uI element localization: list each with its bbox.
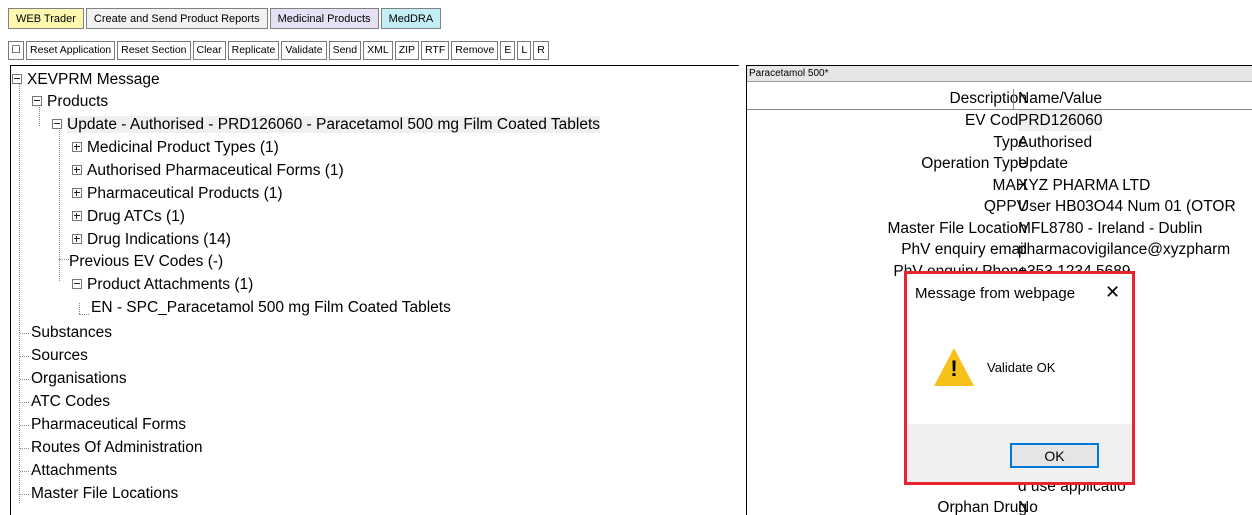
- tree-node-organisations[interactable]: Organisations: [31, 368, 127, 390]
- details-row: Orphan Drug No: [747, 497, 1252, 515]
- details-row: Master File Location MFL8780 - Ireland - …: [747, 218, 1252, 239]
- tree-node-label: Drug Indications (14): [87, 231, 231, 248]
- tree-node-child[interactable]: Pharmaceutical Products (1): [72, 183, 283, 205]
- details-header-row: Description Name/Value: [747, 88, 1252, 110]
- remove-button[interactable]: Remove: [451, 41, 499, 60]
- row-value: XYZ PHARMA LTD: [1018, 176, 1151, 194]
- tree-node-label: Medicinal Product Types (1): [87, 139, 279, 156]
- tree-node-label: Previous EV Codes (-): [69, 253, 224, 270]
- details-row: EV Code PRD126060: [747, 110, 1252, 131]
- tree-node-label: Authorised Pharmaceutical Forms (1): [87, 162, 344, 179]
- tree-node-routes-of-administration[interactable]: Routes Of Administration: [31, 437, 202, 459]
- tree-node-label: Drug ATCs (1): [87, 208, 185, 225]
- tree-node-atc-codes[interactable]: ATC Codes: [31, 391, 110, 413]
- r-button[interactable]: R: [533, 41, 549, 60]
- tree-node-child[interactable]: Drug ATCs (1): [72, 206, 185, 228]
- dialog-message: Validate OK: [987, 360, 1056, 375]
- select-checkbox[interactable]: ☐: [8, 41, 24, 60]
- tree-node-label: Substances: [31, 324, 112, 341]
- row-description: Operation Type: [921, 155, 1027, 172]
- tree-node-pharmaceutical-forms[interactable]: Pharmaceutical Forms: [31, 414, 186, 436]
- tab-web-trader[interactable]: WEB Trader: [8, 8, 84, 29]
- tab-meddra[interactable]: MedDRA: [380, 8, 442, 29]
- tree-node-label: EN - SPC_Paracetamol 500 mg Film Coated …: [91, 299, 451, 316]
- zip-button[interactable]: ZIP: [394, 41, 420, 60]
- row-description: Orphan Drug: [937, 499, 1027, 515]
- tree-node-label: Organisations: [31, 370, 127, 387]
- expand-icon[interactable]: [72, 141, 82, 152]
- tree-node-label: Product Attachments (1): [87, 276, 254, 293]
- description-header: Description: [949, 90, 1027, 107]
- dialog-title: Message from webpage: [915, 285, 1076, 302]
- tree-node-label: ATC Codes: [31, 393, 110, 410]
- tree-node-label: Products: [47, 93, 109, 110]
- send-button[interactable]: Send: [328, 41, 362, 60]
- tree-node-child[interactable]: Authorised Pharmaceutical Forms (1): [72, 160, 344, 182]
- tree-node-child[interactable]: Drug Indications (14): [72, 229, 231, 251]
- tree-node-previous-ev-codes[interactable]: Previous EV Codes (-): [69, 251, 223, 273]
- reset-section-button[interactable]: Reset Section: [117, 41, 191, 60]
- l-button[interactable]: L: [517, 41, 532, 60]
- details-row: Operation Type Update: [747, 153, 1252, 174]
- expand-icon[interactable]: [72, 233, 82, 244]
- expand-icon[interactable]: [72, 187, 82, 198]
- row-value: PRD126060: [1018, 110, 1103, 131]
- replicate-button[interactable]: Replicate: [227, 41, 280, 60]
- collapse-icon[interactable]: [72, 278, 82, 289]
- details-row: PhV enquiry email pharmacovigilance@xyzph…: [747, 239, 1252, 260]
- row-value: Authorised: [1018, 133, 1093, 151]
- message-dialog: Message from webpage ✕ ! Validate OK OK: [904, 271, 1135, 485]
- collapse-icon[interactable]: [52, 118, 62, 129]
- tree-node-label: Sources: [31, 347, 88, 364]
- row-value: User HB03O44 Num 01 (OTOR: [1018, 198, 1236, 215]
- tab-create-and-send-product-reports[interactable]: Create and Send Product Reports: [85, 8, 268, 29]
- tree-node-update-product[interactable]: Update - Authorised - PRD126060 - Parace…: [52, 114, 601, 136]
- details-row: Type Authorised: [747, 132, 1252, 153]
- row-value: Update: [1018, 155, 1068, 172]
- tab-medicinal-products[interactable]: Medicinal Products: [269, 8, 379, 29]
- close-icon[interactable]: ✕: [1105, 282, 1120, 303]
- tree-node-substances[interactable]: Substances: [31, 322, 112, 344]
- row-description: Master File Location: [887, 219, 1027, 237]
- tree-node-label: Routes Of Administration: [31, 439, 203, 456]
- tree-node-label: XEVPRM Message: [27, 71, 160, 88]
- row-description: PhV enquiry email: [901, 241, 1027, 258]
- details-row: QPPV User HB03O44 Num 01 (OTOR: [747, 196, 1252, 217]
- validate-button[interactable]: Validate: [281, 41, 327, 60]
- tree-node-sources[interactable]: Sources: [31, 345, 88, 367]
- tree-node-attachments[interactable]: Attachments: [31, 460, 117, 482]
- tree-node-xevprm-message[interactable]: XEVPRM Message: [12, 69, 160, 91]
- warning-icon-glyph: !: [950, 356, 958, 381]
- value-header: Name/Value: [1018, 90, 1103, 107]
- reset-application-button[interactable]: Reset Application: [26, 41, 116, 60]
- module-tab-bar: WEB Trader Create and Send Product Report…: [8, 8, 442, 31]
- tree-node-product-attachments[interactable]: Product Attachments (1): [72, 274, 253, 296]
- tree-node-child[interactable]: Medicinal Product Types (1): [72, 137, 279, 159]
- panel-title: Paracetamol 500*: [747, 66, 1252, 82]
- expand-icon[interactable]: [72, 210, 82, 221]
- expand-icon[interactable]: [72, 164, 82, 175]
- tree-node-products[interactable]: Products: [32, 91, 108, 113]
- collapse-icon[interactable]: [32, 95, 42, 106]
- row-value: No: [1018, 499, 1038, 515]
- ok-button[interactable]: OK: [1010, 443, 1099, 468]
- xevprm-tree: XEVPRM Message Products Update - Authori…: [10, 65, 739, 515]
- clear-button[interactable]: Clear: [192, 41, 226, 60]
- details-row: MAH XYZ PHARMA LTD: [747, 175, 1252, 196]
- tree-node-label: Pharmaceutical Products (1): [87, 185, 283, 202]
- tree-node-master-file-locations[interactable]: Master File Locations: [31, 483, 178, 505]
- rtf-button[interactable]: RTF: [421, 41, 450, 60]
- tree-node-label: Attachments: [31, 462, 118, 479]
- tree-node-label: Master File Locations: [31, 485, 179, 502]
- row-value: pharmacovigilance@xyzpharm: [1018, 241, 1231, 258]
- action-toolbar: ☐ Reset Application Reset Section Clear Rep…: [8, 41, 549, 62]
- e-button[interactable]: E: [500, 41, 516, 60]
- tree-node-attachment-item[interactable]: EN - SPC_Paracetamol 500 mg Film Coated …: [91, 297, 451, 319]
- tree-node-label: Update - Authorised - PRD126060 - Parace…: [67, 116, 601, 133]
- xml-button[interactable]: XML: [363, 41, 393, 60]
- collapse-icon[interactable]: [12, 73, 22, 84]
- tree-node-label: Pharmaceutical Forms: [31, 416, 187, 433]
- row-value: MFL8780 - Ireland - Dublin: [1018, 219, 1203, 237]
